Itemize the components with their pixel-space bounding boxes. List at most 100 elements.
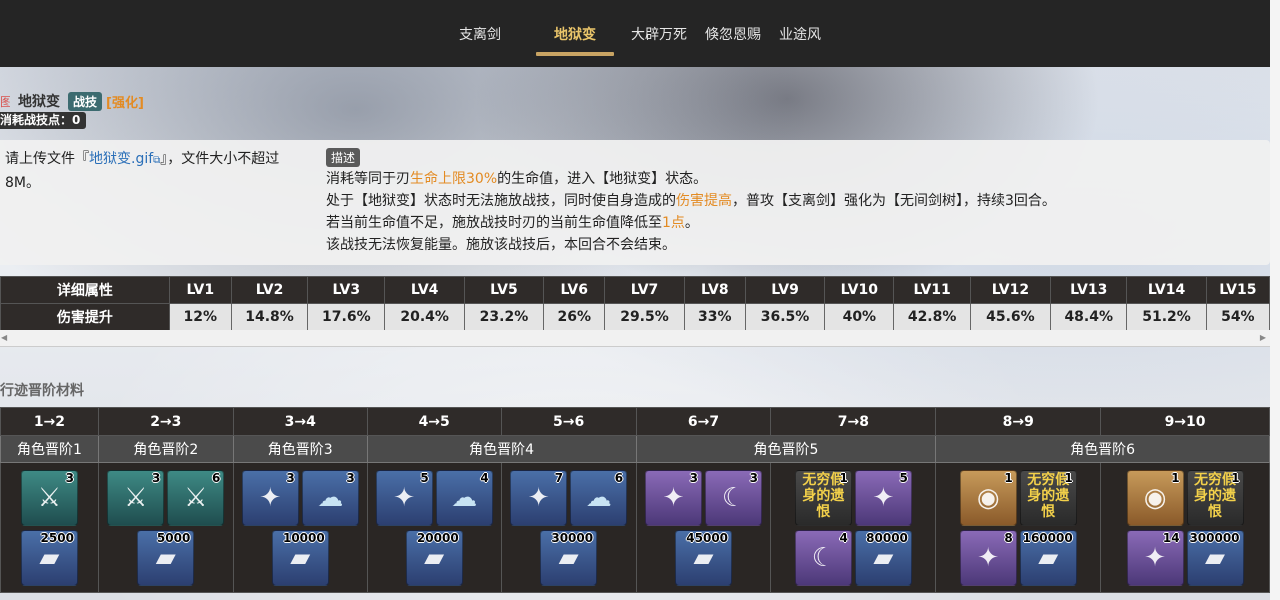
material-count: 6 xyxy=(211,470,221,485)
description-line: 若当前生命值不足，施放战技时刃的当前生命值降低至1点。 xyxy=(326,215,699,231)
rank-header: 角色晋阶4 xyxy=(366,435,637,463)
material-cell: ◉ 1 无穷假身的遗恨 1 ✦ 14 ▰ 300000 xyxy=(1100,462,1270,593)
scroll-right-icon[interactable]: ▶ xyxy=(1260,333,1266,342)
level-row-label: 伤害提升 xyxy=(0,303,170,331)
material-item[interactable]: ✦ 8 xyxy=(959,529,1017,586)
skill-image-icon: 图 xyxy=(0,94,10,109)
material-item[interactable]: 无穷假身的遗恨 1 xyxy=(794,469,852,526)
credit-icon: ▰ xyxy=(39,542,60,573)
material-cell: ⚔ 3 ⚔ 6 ▰ 5000 xyxy=(97,462,234,593)
material-item[interactable]: ✦ 14 xyxy=(1126,529,1184,586)
blade-icon: ✦ xyxy=(393,482,416,513)
level-value-cell: 33% xyxy=(683,303,746,331)
level-value-cell: 42.8% xyxy=(893,303,971,331)
material-item[interactable]: ▰ 80000 xyxy=(854,529,912,586)
description-line: 该战技无法恢复能量。施放该战技后，本回合不会结束。 xyxy=(326,237,676,253)
horizontal-scrollbar[interactable]: ◀ ▶ xyxy=(0,330,1270,347)
material-item[interactable]: ☁ 6 xyxy=(570,469,628,526)
level-value-cell: 51.2% xyxy=(1126,303,1207,331)
material-item[interactable]: ⚔ 3 xyxy=(107,469,165,526)
skill-name: 地狱变 xyxy=(18,94,60,110)
level-table: 详细属性 LV1 LV2 LV3 LV4 LV5 LV6 LV7 LV8 LV9 LV10 LV11… xyxy=(0,276,1271,331)
material-count: 7 xyxy=(554,470,564,485)
material-count: 300000 xyxy=(1189,530,1240,545)
material-item[interactable]: ☾ 4 xyxy=(794,529,852,586)
material-item[interactable]: ▰ 20000 xyxy=(405,529,463,586)
tab-diyubian[interactable]: 地狱变 xyxy=(536,0,614,67)
sword-icon: ⚔ xyxy=(184,482,208,513)
rank-header: 角色晋阶6 xyxy=(935,435,1270,463)
blade-icon: ✦ xyxy=(527,482,550,513)
material-item[interactable]: ☾ 3 xyxy=(705,469,763,526)
credit-icon: ▰ xyxy=(155,542,176,573)
material-item[interactable]: ◉ 1 xyxy=(959,469,1017,526)
level-column-header: LV4 xyxy=(384,276,465,304)
scroll-left-icon[interactable]: ◀ xyxy=(1,333,7,342)
material-count: 1 xyxy=(1171,470,1180,485)
tab-dapiwansi[interactable]: 大辟万死 xyxy=(622,0,696,67)
orb-icon: ◉ xyxy=(1143,482,1167,513)
material-count: 30000 xyxy=(551,530,594,545)
credit-icon: ▰ xyxy=(1205,542,1226,573)
description-label: 描述 xyxy=(326,148,361,167)
material-item[interactable]: ✦ 3 xyxy=(645,469,703,526)
level-value-cell: 12% xyxy=(168,303,232,331)
material-item[interactable]: ▰ 160000 xyxy=(1019,529,1077,586)
material-item[interactable]: ▰ 2500 xyxy=(20,529,78,586)
material-item[interactable]: ⚔ 6 xyxy=(167,469,225,526)
material-item[interactable]: ▰ 30000 xyxy=(540,529,598,586)
level-value-cell: 45.6% xyxy=(969,303,1052,331)
description-panel: 请上传文件『地狱变.gif⧉』，文件大小不超过8M。 描述 消耗等同于刃生命上限… xyxy=(0,140,1270,265)
material-item[interactable]: ▰ 45000 xyxy=(675,529,733,586)
material-item[interactable]: ✦ 3 xyxy=(241,469,299,526)
material-count: 4 xyxy=(480,470,489,485)
material-count: 1 xyxy=(839,470,848,485)
material-count: 5 xyxy=(420,470,429,485)
material-item[interactable]: ✦ 5 xyxy=(375,469,433,526)
upload-prefix: 请上传文件『 xyxy=(5,151,89,167)
material-item[interactable]: ▰ 300000 xyxy=(1186,529,1244,586)
material-item[interactable]: ▰ 10000 xyxy=(271,529,329,586)
enhanced-tag: [强化] xyxy=(106,95,144,111)
credit-icon: ▰ xyxy=(558,542,579,573)
level-column-header: LV13 xyxy=(1050,276,1128,304)
material-cell: 无穷假身的遗恨 1 ✦ 5 ☾ 4 ▰ 80000 xyxy=(770,462,937,593)
material-item[interactable]: 无穷假身的遗恨 1 xyxy=(1186,469,1244,526)
stage-header: 9→10 xyxy=(1100,407,1270,436)
level-value-cell: 54% xyxy=(1205,303,1271,331)
stage-header: 5→6 xyxy=(500,407,637,436)
items-row: ⚔ 3 ▰ 2500 ⚔ 3 ⚔ 6 ▰ 5000 ✦ 3 ☁ 3 ▰ 10000 ✦ 5 ☁ 4 ▰ 20000 ✦ 7 ☁ 6… xyxy=(0,462,1270,593)
material-item[interactable]: ⚔ 3 xyxy=(20,469,78,526)
tab-zhilijian[interactable]: 支离剑 xyxy=(450,0,510,67)
stage-row: 1→2 2→3 3→4 4→5 5→6 6→7 7→8 8→9 9→10 xyxy=(0,407,1270,436)
material-item[interactable]: ▰ 5000 xyxy=(137,529,195,586)
level-value-cell: 14.8% xyxy=(230,303,309,331)
material-cell: ⚔ 3 ▰ 2500 xyxy=(0,462,99,593)
material-cell: ◉ 1 无穷假身的遗恨 1 ✦ 8 ▰ 160000 xyxy=(935,462,1102,593)
credit-icon: ▰ xyxy=(873,542,894,573)
skill-header: 图 地狱变 战技 [强化] xyxy=(0,91,144,111)
stage-header: 6→7 xyxy=(635,407,772,436)
level-value-cell: 23.2% xyxy=(463,303,545,331)
materials-table: 1→2 2→3 3→4 4→5 5→6 6→7 7→8 8→9 9→10 角色晋阶1 角色晋阶2 角… xyxy=(0,407,1270,593)
tab-shuhuenci[interactable]: 倏忽恩赐 xyxy=(696,0,770,67)
material-item[interactable]: 无穷假身的遗恨 1 xyxy=(1019,469,1077,526)
material-item[interactable]: ☁ 4 xyxy=(435,469,493,526)
sword-icon: ⚔ xyxy=(37,482,62,513)
material-item[interactable]: ✦ 7 xyxy=(510,469,568,526)
credit-icon: ▰ xyxy=(290,542,311,573)
material-count: 3 xyxy=(689,470,699,485)
material-item[interactable]: ☁ 3 xyxy=(301,469,359,526)
material-item[interactable]: ✦ 5 xyxy=(854,469,912,526)
ghost-icon: ☁ xyxy=(317,482,344,513)
upload-file-link[interactable]: 地狱变.gif xyxy=(89,151,153,167)
rank-header: 角色晋阶2 xyxy=(97,435,234,463)
level-column-header: LV1 xyxy=(168,276,232,304)
level-column-header: LV14 xyxy=(1126,276,1207,304)
vertical-scrollbar[interactable] xyxy=(1270,0,1280,600)
material-count: 1 xyxy=(1064,470,1073,485)
level-column-header: LV15 xyxy=(1205,276,1271,304)
material-item[interactable]: ◉ 1 xyxy=(1126,469,1184,526)
tab-yetufeng[interactable]: 业途风 xyxy=(770,0,830,67)
level-column-header: LV10 xyxy=(824,276,895,304)
